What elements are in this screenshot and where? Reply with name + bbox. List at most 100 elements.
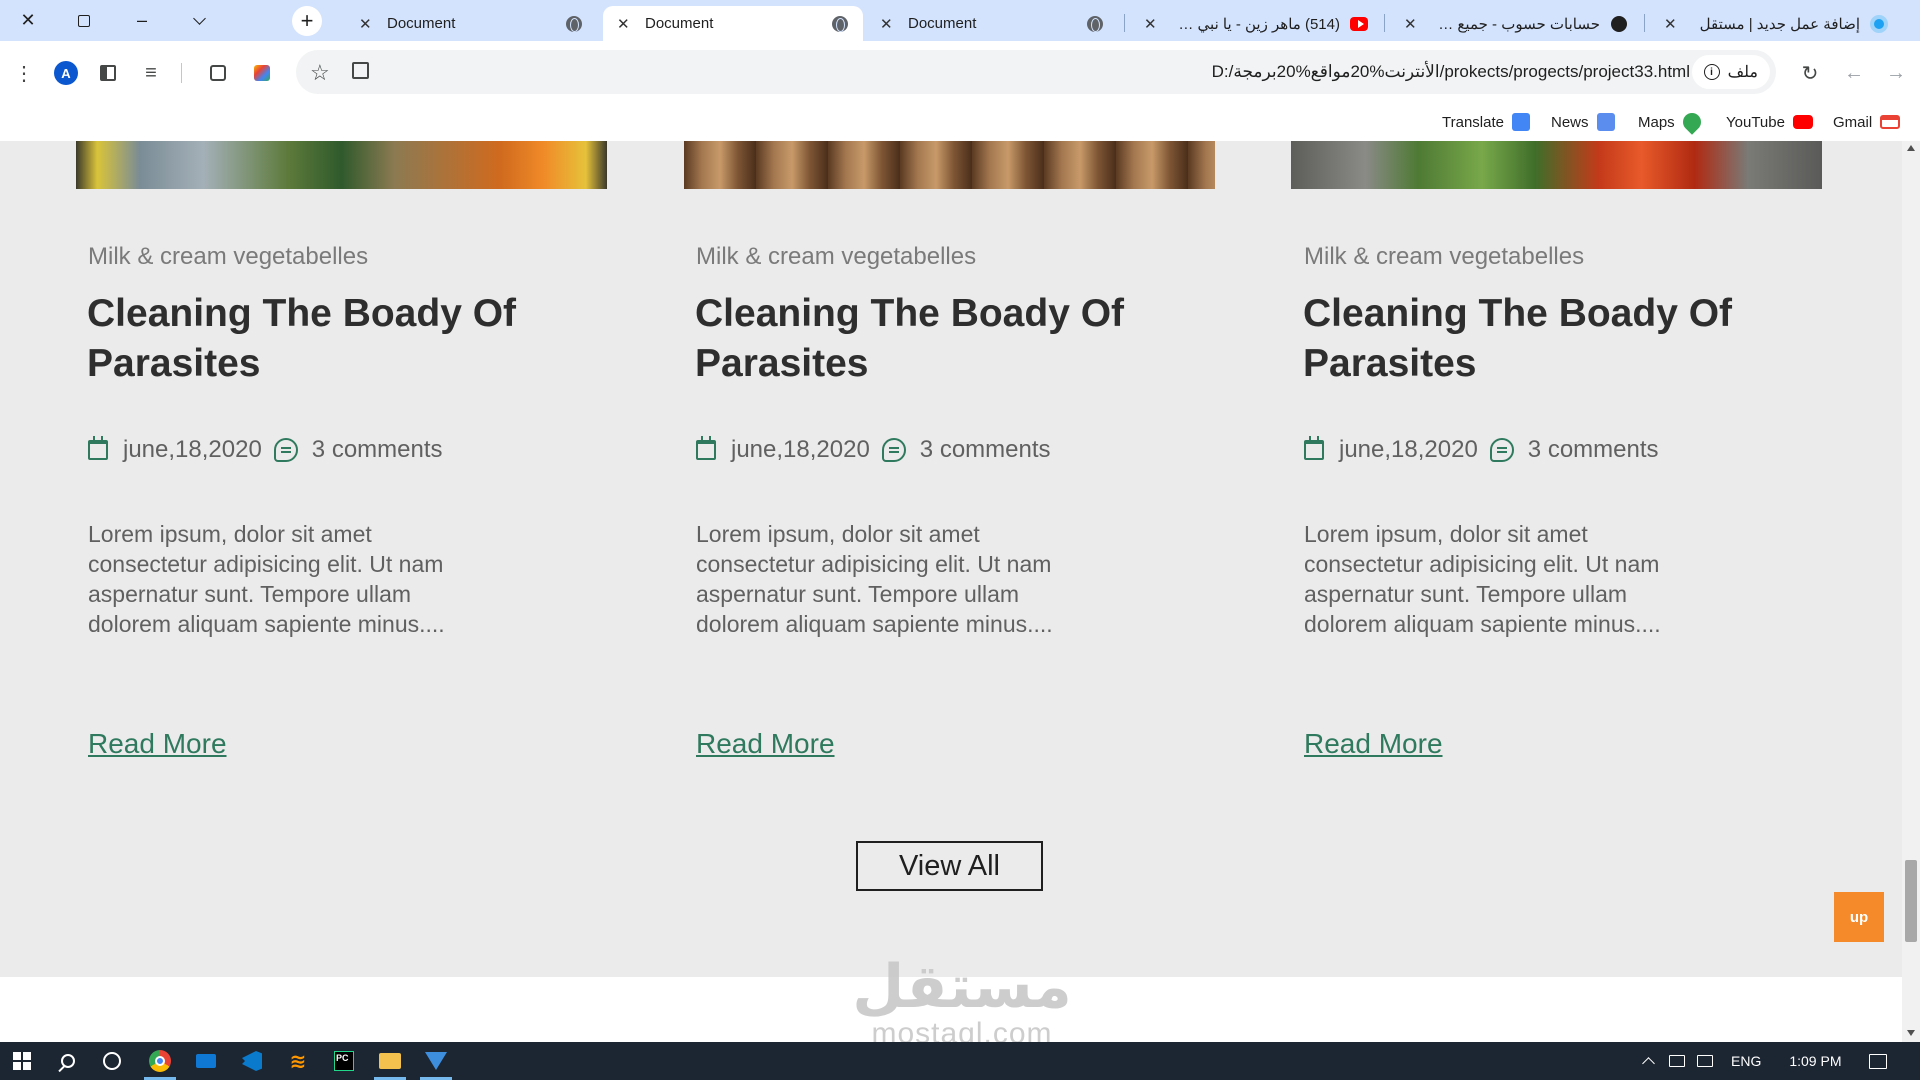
- watermark-arabic: مستقل: [852, 952, 1072, 1022]
- blog-card: Milk & cream vegetabelles Cleaning The B…: [695, 141, 1216, 781]
- comment-icon: [273, 438, 298, 462]
- bookmark-label: YouTube: [1726, 113, 1785, 131]
- card-meta: june,18,2020 3 comments: [88, 433, 443, 467]
- minimize-window-button[interactable]: –: [120, 0, 164, 41]
- site-info-label: ملف: [1727, 64, 1758, 81]
- card-title: Cleaning The Boady Of Parasites: [1303, 292, 1733, 385]
- tab-title: Document: [645, 15, 714, 32]
- tab-mostaql[interactable]: ✕ إضافة عمل جديد | مستقل: [1650, 6, 1902, 41]
- scrollbar-thumb[interactable]: [1905, 860, 1917, 942]
- read-more-link[interactable]: Read More: [696, 728, 835, 760]
- bookmark-label: News: [1551, 113, 1589, 131]
- close-icon[interactable]: ✕: [1144, 15, 1162, 33]
- google-translate-icon: [1511, 113, 1530, 131]
- mail-icon[interactable]: [184, 1042, 228, 1080]
- card-comments: 3 comments: [311, 436, 443, 463]
- close-icon[interactable]: ✕: [880, 15, 898, 33]
- bookmark-maps[interactable]: Maps: [1638, 109, 1705, 135]
- search-icon[interactable]: [46, 1042, 90, 1080]
- chevron-up-icon[interactable]: [1642, 1057, 1655, 1070]
- bookmark-news[interactable]: News: [1551, 110, 1615, 134]
- install-app-icon[interactable]: [352, 62, 369, 79]
- url-text[interactable]: D:/الأنترنت%20مواقع%20برمجة/prokects/pro…: [1212, 50, 1690, 94]
- globe-icon: [1086, 15, 1104, 33]
- media-controls-icon[interactable]: ≡: [135, 57, 167, 89]
- page-viewport: Milk & cream vegetabelles Cleaning The B…: [0, 141, 1902, 977]
- language-indicator[interactable]: ENG: [1731, 1053, 1761, 1069]
- chrome-icon[interactable]: [138, 1042, 182, 1080]
- read-more-link[interactable]: Read More: [1304, 728, 1443, 760]
- google-news-icon: [1596, 113, 1615, 131]
- card-description: Lorem ipsum, dolor sit amet consectetur …: [1304, 521, 1661, 637]
- card-date: june,18,2020: [1339, 436, 1478, 463]
- close-icon[interactable]: ✕: [359, 15, 377, 33]
- side-panel-icon[interactable]: [92, 57, 124, 89]
- battery-icon[interactable]: [1669, 1055, 1685, 1067]
- new-tab-button[interactable]: +: [292, 6, 322, 36]
- bookmarks-bar: Translate News Maps YouTube Gmail: [0, 104, 1920, 141]
- bookmark-star-icon[interactable]: ☆: [310, 60, 330, 86]
- clock[interactable]: 1:09 PM: [1789, 1053, 1841, 1069]
- card-meta: june,18,2020 3 comments: [1304, 433, 1659, 467]
- extensions-icon[interactable]: [202, 57, 234, 89]
- vscode-icon[interactable]: [230, 1042, 274, 1080]
- card-title: Cleaning The Boady Of Parasites: [695, 292, 1125, 385]
- globe-icon: [565, 15, 583, 33]
- tab-hsoub[interactable]: ✕ حسابات حسوب - جميع منتج: [1390, 6, 1642, 41]
- reload-icon[interactable]: ↻: [1794, 57, 1826, 89]
- cortana-icon[interactable]: [90, 1042, 134, 1080]
- bookmark-label: Gmail: [1833, 113, 1873, 131]
- close-window-button[interactable]: ✕: [6, 0, 50, 41]
- globe-icon: [831, 15, 849, 33]
- card-meta: june,18,2020 3 comments: [696, 433, 1051, 467]
- scroll-up-arrow-icon[interactable]: [1907, 145, 1915, 151]
- bookmark-translate[interactable]: Translate: [1442, 110, 1530, 134]
- chevron-down-icon: [192, 11, 206, 25]
- comment-icon: [881, 438, 906, 462]
- notifications-icon[interactable]: [1869, 1053, 1888, 1069]
- read-more-link[interactable]: Read More: [88, 728, 227, 760]
- back-icon[interactable]: ←: [1838, 57, 1870, 89]
- system-tray: ENG 1:09 PM: [1642, 1042, 1888, 1080]
- close-icon[interactable]: ✕: [1664, 15, 1682, 33]
- pycharm-icon[interactable]: PC: [322, 1042, 366, 1080]
- view-all-button[interactable]: View All: [856, 841, 1043, 891]
- card-description: Lorem ipsum, dolor sit amet consectetur …: [696, 521, 1053, 637]
- bookmark-youtube[interactable]: YouTube: [1726, 110, 1813, 134]
- extension-color-icon[interactable]: [246, 57, 278, 89]
- windows-start-icon[interactable]: [0, 1042, 44, 1080]
- scroll-down-arrow-icon[interactable]: [1907, 1030, 1915, 1036]
- restore-window-button[interactable]: [62, 0, 106, 41]
- address-bar[interactable]: ☆ D:/الأنترنت%20مواقع%20برمجة/prokects/p…: [296, 50, 1776, 94]
- blog-card: Milk & cream vegetabelles Cleaning The B…: [87, 141, 608, 781]
- bookmark-gmail[interactable]: Gmail: [1833, 110, 1901, 134]
- calendar-icon: [88, 436, 108, 460]
- sublime-icon[interactable]: ≋: [276, 1042, 320, 1080]
- site-info-chip[interactable]: i ملف: [1691, 55, 1770, 89]
- card-date: june,18,2020: [123, 436, 262, 463]
- google-maps-icon: [1678, 109, 1705, 135]
- card-date: june,18,2020: [731, 436, 870, 463]
- card-comments: 3 comments: [1527, 436, 1659, 463]
- profile-button[interactable]: A: [50, 57, 82, 89]
- tab-title: (514) ماهر زين - يا نبي سلا: [1172, 15, 1340, 33]
- file-explorer-icon[interactable]: [368, 1042, 412, 1080]
- calendar-icon: [1304, 436, 1324, 460]
- scroll-up-button[interactable]: up: [1834, 892, 1884, 942]
- more-menu-icon[interactable]: ⋮: [8, 57, 40, 89]
- network-icon[interactable]: [1697, 1055, 1713, 1067]
- page-scrollbar[interactable]: [1902, 141, 1920, 1042]
- card-category: Milk & cream vegetabelles: [88, 243, 369, 270]
- forward-icon[interactable]: →: [1880, 57, 1912, 89]
- tab-document-active[interactable]: ✕ Document: [603, 6, 863, 41]
- calendar-icon: [696, 436, 716, 460]
- close-icon[interactable]: ✕: [1404, 15, 1422, 33]
- mostaql-icon: [1870, 14, 1888, 33]
- close-icon[interactable]: ✕: [617, 15, 635, 33]
- vue-icon[interactable]: [414, 1042, 458, 1080]
- tab-document-1[interactable]: ✕ Document: [345, 6, 597, 41]
- comment-icon: [1489, 438, 1514, 462]
- tab-youtube[interactable]: ✕ (514) ماهر زين - يا نبي سلا: [1130, 6, 1382, 41]
- tab-search-button[interactable]: [177, 0, 221, 41]
- tab-document-3[interactable]: ✕ Document: [866, 6, 1118, 41]
